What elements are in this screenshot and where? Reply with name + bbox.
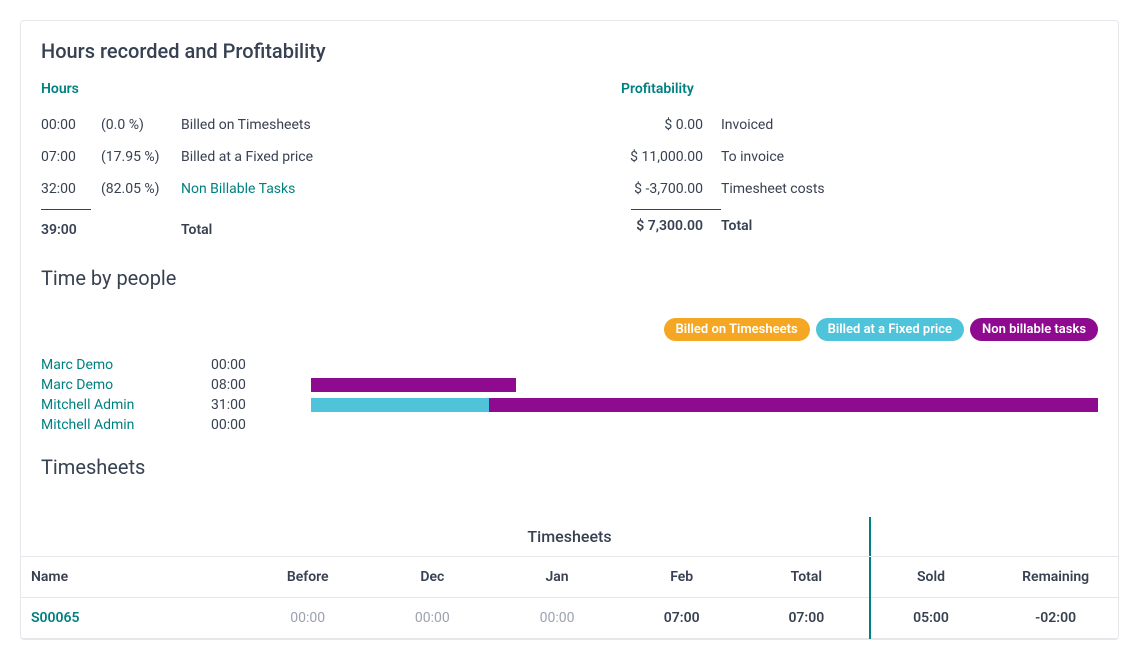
person-name-link[interactable]: Marc Demo <box>41 377 211 393</box>
hours-row-total: 39:00 Total <box>41 210 561 246</box>
cell-sold: 05:00 <box>869 610 994 626</box>
profit-label: Timesheet costs <box>721 181 1041 197</box>
timesheets-data-row: S00065 00:00 00:00 00:00 07:00 07:00 05:… <box>21 597 1118 639</box>
person-row: Marc Demo00:00 <box>41 355 1098 375</box>
timesheets-header-row: Name Before Dec Jan Feb Total Sold Remai… <box>21 557 1118 597</box>
profit-label: To invoice <box>721 149 1041 165</box>
hours-pct: (17.95 %) <box>101 149 181 165</box>
person-hours: 08:00 <box>211 377 311 393</box>
person-row: Marc Demo08:00 <box>41 375 1098 395</box>
hours-header: Hours <box>41 75 561 109</box>
timesheets-table: Timesheets Name Before Dec Jan Feb Total… <box>21 517 1118 639</box>
person-bar <box>311 418 1098 432</box>
person-name-link[interactable]: Mitchell Admin <box>41 397 211 413</box>
hours-label: Billed at a Fixed price <box>181 149 561 165</box>
profit-amount: $ 11,000.00 <box>621 149 721 165</box>
profitability-column: Profitability $ 0.00 Invoiced $ 11,000.0… <box>621 75 1041 246</box>
cell-total: 07:00 <box>744 610 869 626</box>
person-bar <box>311 398 1098 412</box>
cell-feb: 07:00 <box>619 610 744 626</box>
person-name-link[interactable]: Mitchell Admin <box>41 417 211 433</box>
person-row: Mitchell Admin31:00 <box>41 395 1098 415</box>
profit-total-label: Total <box>721 218 1041 234</box>
section-title-hours-profitability: Hours recorded and Profitability <box>21 21 1118 75</box>
hours-total-value: 39:00 <box>41 222 101 238</box>
cell-before: 00:00 <box>245 610 370 626</box>
profit-row-timesheet-costs: $ -3,700.00 Timesheet costs <box>621 173 1041 205</box>
person-hours: 00:00 <box>211 417 311 433</box>
time-by-people-chart: Marc Demo00:00Marc Demo08:00Mitchell Adm… <box>21 355 1118 445</box>
cell-jan: 00:00 <box>495 610 620 626</box>
hours-row-billed-timesheets: 00:00 (0.0 %) Billed on Timesheets <box>41 109 561 141</box>
section-title-time-by-people: Time by people <box>21 256 1118 298</box>
col-jan: Jan <box>495 569 620 585</box>
col-remaining: Remaining <box>993 569 1118 585</box>
cell-remaining: -02:00 <box>993 610 1118 626</box>
non-billable-link[interactable]: Non Billable Tasks <box>181 181 561 197</box>
legend-pill-billed-fixed[interactable]: Billed at a Fixed price <box>816 318 964 341</box>
person-name-link[interactable]: Marc Demo <box>41 357 211 373</box>
col-feb: Feb <box>619 569 744 585</box>
timesheets-super-header: Timesheets <box>21 517 1118 557</box>
col-dec: Dec <box>370 569 495 585</box>
profitability-header: Profitability <box>621 75 1041 109</box>
profit-label: Invoiced <box>721 117 1041 133</box>
person-hours: 00:00 <box>211 357 311 373</box>
bar-segment-purple <box>489 398 1098 412</box>
hours-value: 07:00 <box>41 149 101 165</box>
hours-row-non-billable: 32:00 (82.05 %) Non Billable Tasks <box>41 173 561 205</box>
timesheet-so-link[interactable]: S00065 <box>21 610 245 626</box>
legend-pill-non-billable[interactable]: Non billable tasks <box>970 318 1098 341</box>
profit-amount: $ 0.00 <box>621 117 721 133</box>
profit-amount: $ -3,700.00 <box>621 181 721 197</box>
hours-column: Hours 00:00 (0.0 %) Billed on Timesheets… <box>41 75 561 246</box>
hours-total-label: Total <box>181 222 561 238</box>
col-name: Name <box>21 569 245 585</box>
profit-row-total: $ 7,300.00 Total <box>621 210 1041 242</box>
hours-value: 32:00 <box>41 181 101 197</box>
bar-segment-purple <box>311 378 516 392</box>
hours-pct: (0.0 %) <box>101 117 181 133</box>
legend-row: Billed on Timesheets Billed at a Fixed p… <box>21 298 1118 355</box>
hours-label: Billed on Timesheets <box>181 117 561 133</box>
hours-profitability-columns: Hours 00:00 (0.0 %) Billed on Timesheets… <box>21 75 1118 256</box>
bar-segment-blue <box>311 398 489 412</box>
dashboard-panel: Hours recorded and Profitability Hours 0… <box>20 20 1119 640</box>
profit-row-to-invoice: $ 11,000.00 To invoice <box>621 141 1041 173</box>
col-sold: Sold <box>869 569 994 585</box>
col-before: Before <box>245 569 370 585</box>
hours-row-billed-fixed: 07:00 (17.95 %) Billed at a Fixed price <box>41 141 561 173</box>
profit-total-amount: $ 7,300.00 <box>621 218 721 234</box>
col-total: Total <box>744 569 869 585</box>
cell-dec: 00:00 <box>370 610 495 626</box>
person-bar <box>311 378 1098 392</box>
profit-row-invoiced: $ 0.00 Invoiced <box>621 109 1041 141</box>
hours-pct: (82.05 %) <box>101 181 181 197</box>
person-bar <box>311 358 1098 372</box>
legend-pill-billed-timesheets[interactable]: Billed on Timesheets <box>664 318 810 341</box>
hours-value: 00:00 <box>41 117 101 133</box>
person-hours: 31:00 <box>211 397 311 413</box>
section-title-timesheets: Timesheets <box>21 445 1118 487</box>
person-row: Mitchell Admin00:00 <box>41 415 1098 435</box>
